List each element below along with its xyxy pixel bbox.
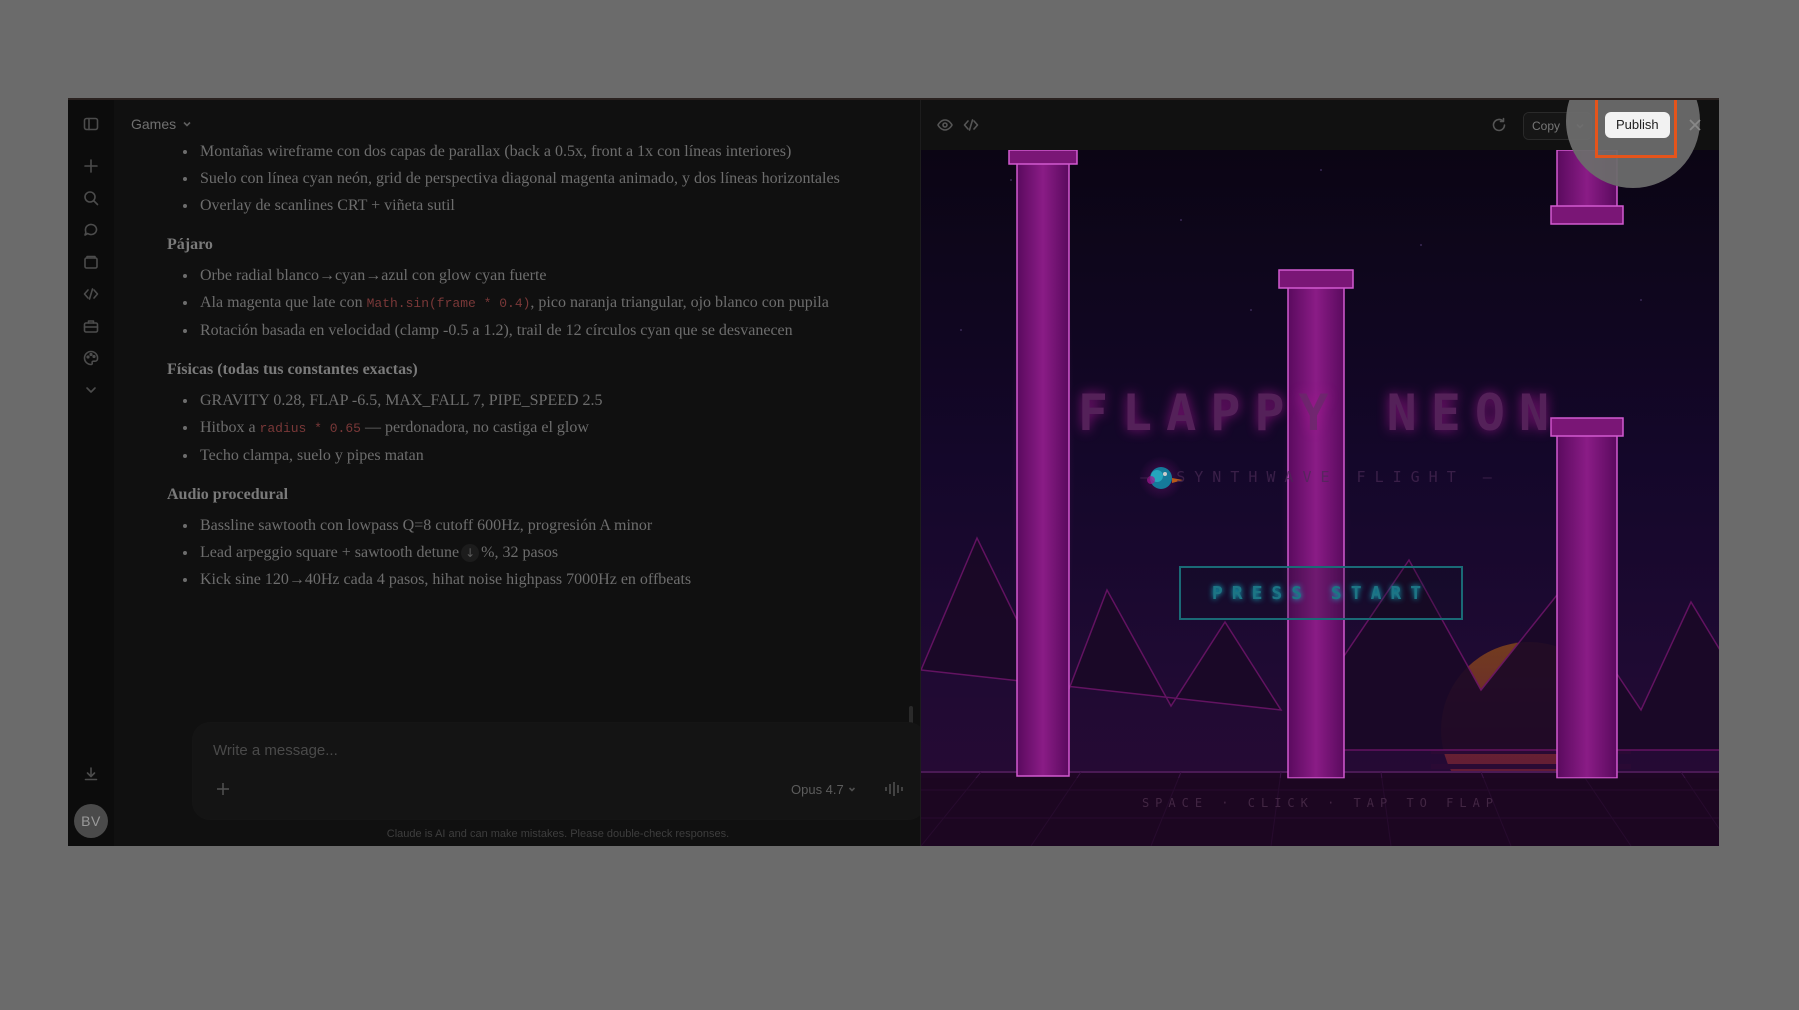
list-item-text: %, 32 pasos <box>481 544 559 561</box>
inline-code: Math.sin(frame * 0.4) <box>366 296 531 311</box>
ai-disclaimer: Claude is AI and can make mistakes. Plea… <box>386 828 730 840</box>
projects-icon[interactable] <box>81 252 101 272</box>
list-item-text: , pico naranja triangular, ojo blanco co… <box>530 294 829 311</box>
bullet-list-bird: Orbe radial blanco→cyan→azul con glow cy… <box>170 264 850 342</box>
chevron-down-icon <box>848 787 855 792</box>
add-attachment-plus-icon[interactable] <box>215 781 231 797</box>
palette-icon[interactable] <box>81 348 101 368</box>
pipe-left <box>1008 150 1078 777</box>
controls-hint: SPACE · CLICK · TAP TO FLAP <box>1141 796 1500 810</box>
copy-button[interactable]: Copy <box>1524 113 1570 139</box>
section-heading: Pájaro <box>167 236 213 253</box>
close-artifact-icon[interactable] <box>1685 115 1705 135</box>
left-sidebar: BV <box>68 100 114 846</box>
project-selector[interactable]: Games <box>131 112 192 136</box>
list-item: Orbe radial blanco→cyan→azul con glow cy… <box>198 264 850 287</box>
list-item: Ala magenta que late con Math.sin(frame … <box>198 291 850 315</box>
list-item: Techo clampa, suelo y pipes matan <box>198 444 850 467</box>
publish-highlight-box <box>1595 100 1677 158</box>
chat-panel: Games Montañas wireframe con dos capas d… <box>114 100 926 846</box>
scroll-to-bottom-arrow-icon[interactable]: ↓ <box>461 544 480 563</box>
pipe-center <box>1278 269 1354 780</box>
code-view-icon[interactable] <box>961 115 981 135</box>
list-item: Rotación basada en velocidad (clamp -0.5… <box>198 319 850 342</box>
list-item: Montañas wireframe con dos capas de para… <box>198 140 850 163</box>
model-name: Opus 4.7 <box>791 781 844 797</box>
sidebar-toggle-icon[interactable] <box>81 114 101 134</box>
briefcase-icon[interactable] <box>81 316 101 336</box>
list-item: Bassline sawtooth con lowpass Q=8 cutoff… <box>198 514 850 537</box>
bullet-list-scenery: Montañas wireframe con dos capas de para… <box>170 140 850 217</box>
press-start-button[interactable]: PRESS START <box>1179 566 1463 620</box>
list-item: Hitbox a radius * 0.65 — perdonadora, no… <box>198 416 850 440</box>
game-scene <box>921 150 1719 846</box>
bullet-list-audio: Bassline sawtooth con lowpass Q=8 cutoff… <box>170 514 850 591</box>
code-icon[interactable] <box>81 284 101 304</box>
list-item: Lead arpeggio square + sawtooth detune↓%… <box>198 541 850 564</box>
voice-mode-icon[interactable] <box>883 779 905 799</box>
game-title: FLAPPY NEON <box>1077 384 1564 442</box>
app-window: BV Games Montañas wireframe con dos capa… <box>68 98 1719 846</box>
section-heading: Físicas (todas tus constantes exactas) <box>167 361 418 378</box>
search-icon[interactable] <box>81 188 101 208</box>
list-item: Overlay de scanlines CRT + viñeta sutil <box>198 194 850 217</box>
project-name: Games <box>131 116 177 132</box>
chats-icon[interactable] <box>81 220 101 240</box>
list-item: GRAVITY 0.28, FLAP -6.5, MAX_FALL 7, PIP… <box>198 389 850 412</box>
message-input[interactable] <box>211 741 815 760</box>
inline-code: radius * 0.65 <box>259 421 361 436</box>
user-avatar[interactable]: BV <box>74 804 108 838</box>
assistant-message: Montañas wireframe con dos capas de para… <box>167 143 850 595</box>
preview-eye-icon[interactable] <box>935 115 955 135</box>
section-heading: Audio procedural <box>167 486 289 503</box>
ground <box>921 778 1719 846</box>
new-chat-plus-icon[interactable] <box>81 156 101 176</box>
list-item-text: — perdonadora, no castiga el glow <box>360 419 589 436</box>
game-preview-canvas[interactable]: FLAPPY NEON — SYNTHWAVE FLIGHT — PRESS S… <box>921 150 1719 846</box>
list-item-text: Hitbox a <box>200 419 260 436</box>
list-item-text: Ala magenta que late con <box>200 294 367 311</box>
game-subtitle: — SYNTHWAVE FLIGHT — <box>1140 468 1501 486</box>
bullet-list-physics: GRAVITY 0.28, FLAP -6.5, MAX_FALL 7, PIP… <box>170 389 850 467</box>
artifact-panel: Copy FLAPPY NEON — SYNTHWAVE FLIGHT — PR… <box>920 100 1719 846</box>
list-item: Suelo con línea cyan neón, grid de persp… <box>198 167 850 190</box>
model-selector[interactable]: Opus 4.7 <box>791 779 856 799</box>
message-composer: Opus 4.7 <box>192 722 926 820</box>
chevron-down-icon <box>183 121 191 127</box>
download-icon[interactable] <box>81 764 101 784</box>
refresh-icon[interactable] <box>1489 115 1509 135</box>
list-item-text: Lead arpeggio square + sawtooth detune <box>200 544 460 561</box>
chevron-down-icon[interactable] <box>81 380 101 400</box>
list-item: Kick sine 120→40Hz cada 4 pasos, hihat n… <box>198 568 850 591</box>
